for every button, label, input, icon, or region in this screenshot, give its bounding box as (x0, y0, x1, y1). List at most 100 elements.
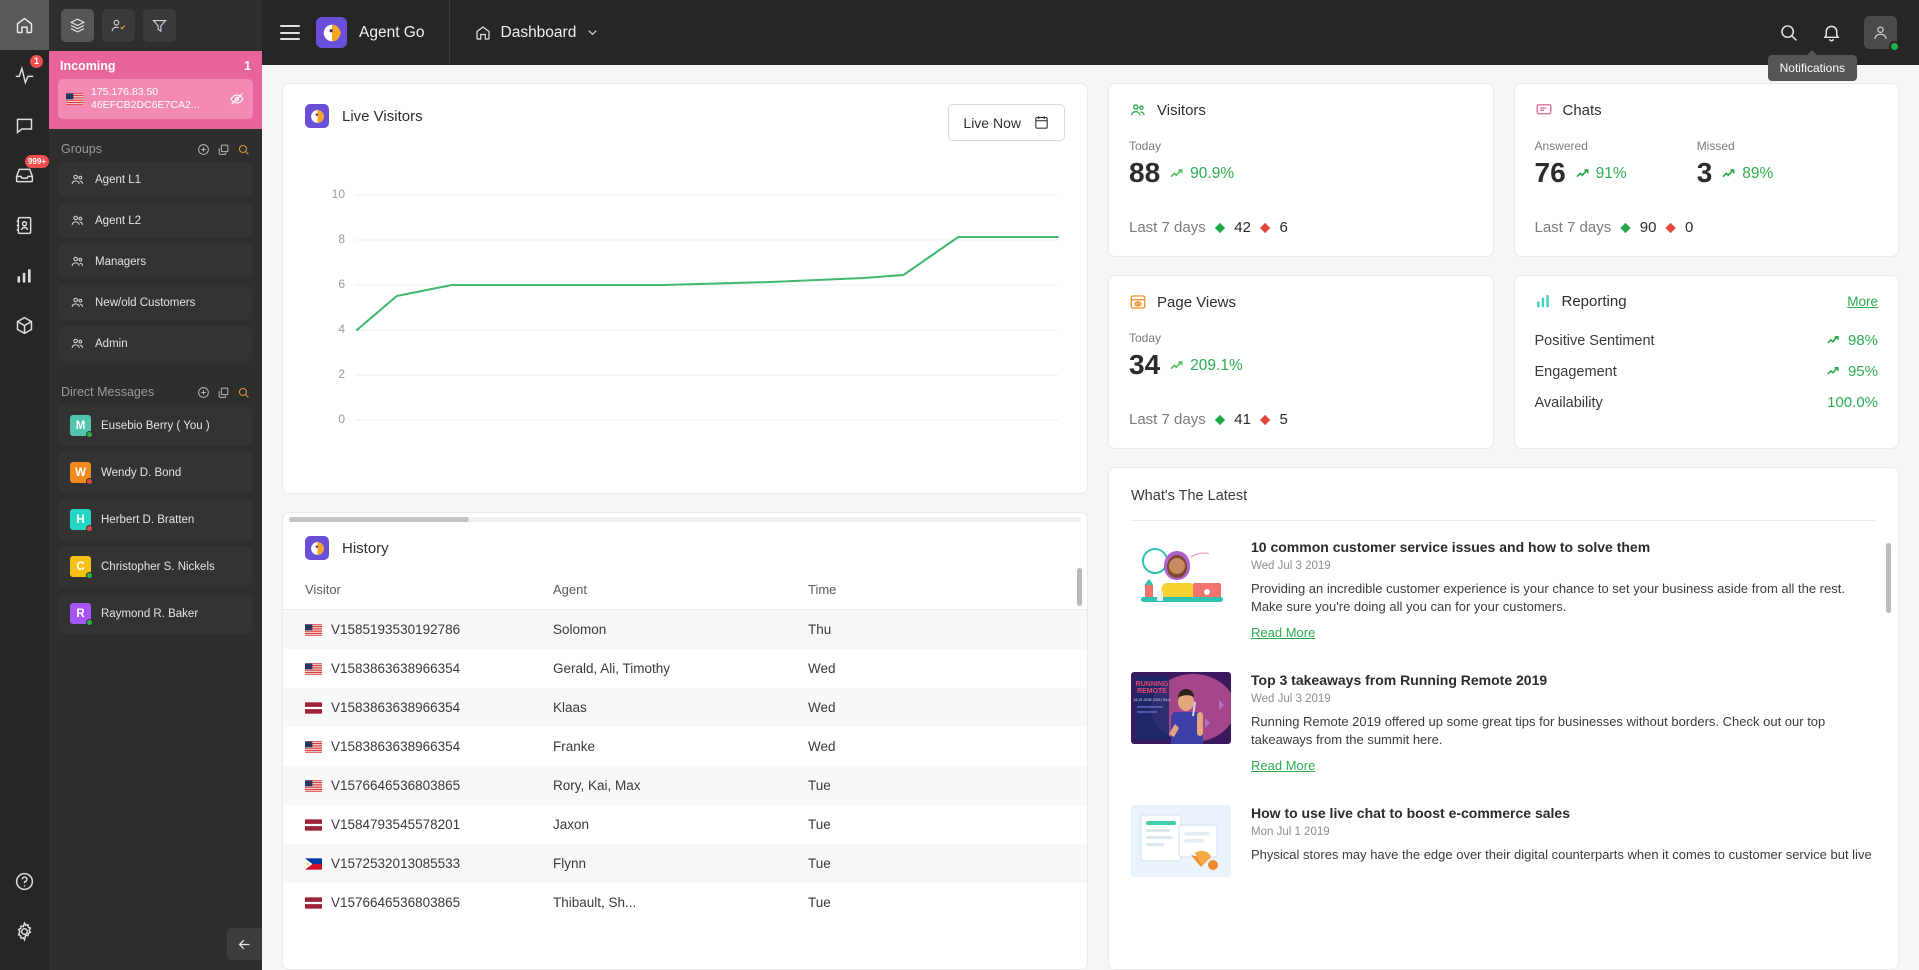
copy-icon[interactable] (217, 386, 230, 399)
copy-icon[interactable] (217, 143, 230, 156)
assign-agent-button[interactable] (102, 9, 135, 42)
visitor-id: V1576646536803865 (331, 895, 461, 910)
rail-item-analytics[interactable] (0, 250, 49, 300)
incoming-section: Incoming 1 175.176.83.50 46EFCB2DC6E7CA2… (49, 51, 262, 129)
reporting-row-value-group: 95% (1826, 363, 1878, 380)
rail-item-home[interactable] (0, 0, 49, 50)
groups-header: Groups (49, 129, 262, 162)
article-item[interactable]: RUNNING REMOTE 18-19 JUNE 2019 | BALI To… (1131, 654, 1876, 787)
dm-item-wendy-bond[interactable]: W Wendy D. Bond (59, 452, 252, 493)
read-more-link[interactable]: Read More (1251, 625, 1315, 640)
layers-button[interactable] (61, 9, 94, 42)
dm-label: Herbert D. Bratten (101, 513, 195, 526)
dm-item-eusebio-berry[interactable]: M Eusebio Berry ( You ) (59, 405, 252, 446)
chats-missed-block: Missed 3 89% (1697, 119, 1774, 189)
live-visitors-title: Live Visitors (342, 107, 423, 125)
group-item-managers[interactable]: Managers (59, 244, 252, 279)
filter-icon (152, 19, 167, 33)
live-now-button[interactable]: Live Now (948, 104, 1065, 141)
group-item-agent-l1[interactable]: Agent L1 (59, 162, 252, 197)
reporting-more-link[interactable]: More (1847, 294, 1878, 309)
search-icon[interactable] (237, 143, 250, 156)
chats-missed-group: 3 89% (1697, 157, 1774, 189)
article-date: Wed Jul 3 2019 (1251, 693, 1331, 705)
history-horizontal-scrollbar[interactable] (289, 517, 1081, 522)
y-tick-label: 10 (331, 187, 345, 201)
collapse-panel-button[interactable] (227, 928, 262, 960)
visitors-icon (1130, 104, 1145, 116)
search-icon[interactable] (1778, 22, 1799, 43)
table-row[interactable]: V1576646536803865 Thibault, Sh... Tue (283, 883, 1087, 922)
incoming-visitor-card[interactable]: 175.176.83.50 46EFCB2DC6E7CA2... (58, 79, 253, 119)
group-item-agent-l2[interactable]: Agent L2 (59, 203, 252, 238)
search-icon[interactable] (237, 386, 250, 399)
menu-toggle-button[interactable] (280, 25, 300, 40)
article-item[interactable]: How to use live chat to boost e-commerce… (1131, 787, 1876, 889)
latest-articles-list[interactable]: 10 common customer service issues and ho… (1109, 521, 1898, 969)
latest-scrollbar-thumb[interactable] (1886, 543, 1891, 613)
dm-item-herbert-bratten[interactable]: H Herbert D. Bratten (59, 499, 252, 540)
read-more-link[interactable]: Read More (1251, 758, 1315, 773)
filter-button[interactable] (143, 9, 176, 42)
flag-lv-icon (305, 701, 322, 714)
time-value: Tue (808, 817, 831, 832)
column-header-time: Time (808, 560, 1087, 610)
rail-item-inbox[interactable]: 999+ (0, 150, 49, 200)
chats-answered-group: 76 91% (1535, 157, 1627, 189)
incoming-header: Incoming 1 (58, 57, 253, 79)
dm-item-christopher-nickels[interactable]: C Christopher S. Nickels (59, 546, 252, 587)
page-views-card-title: Page Views (1157, 293, 1236, 311)
article-thumbnail (1131, 805, 1231, 877)
dm-header: Direct Messages (49, 367, 262, 405)
group-icon (71, 174, 84, 184)
chats-card-header: Chats (1535, 101, 1879, 119)
article-title: Top 3 takeaways from Running Remote 2019 (1251, 672, 1548, 688)
breadcrumb[interactable]: Dashboard (474, 24, 601, 42)
page-views-pct: 209.1% (1190, 357, 1243, 374)
table-row[interactable]: V1583863638966354 Gerald, Ali, Timothy W… (283, 649, 1087, 688)
table-row[interactable]: V1583863638966354 Franke Wed (283, 727, 1087, 766)
dm-item-raymond-baker[interactable]: R Raymond R. Baker (59, 593, 252, 634)
article-item[interactable]: 10 common customer service issues and ho… (1131, 521, 1876, 654)
dm-actions (197, 386, 250, 399)
bell-icon[interactable] (1821, 22, 1842, 43)
rail-item-settings[interactable] (0, 906, 49, 956)
table-row[interactable]: V1572532013085533 Flynn Tue (283, 844, 1087, 883)
group-label: Managers (95, 255, 147, 268)
group-label: Agent L2 (95, 214, 142, 227)
rail-item-contacts[interactable] (0, 200, 49, 250)
app-root: 1 999+ Incoming 1 175.176.83.50 46EFCB2D… (0, 0, 1919, 970)
reporting-row-value: 100.0% (1827, 394, 1878, 411)
rail-item-chat[interactable] (0, 100, 49, 150)
eye-off-icon[interactable] (229, 91, 245, 107)
chats-missed-value: 3 (1696, 157, 1713, 188)
reporting-card-header: Reporting More (1535, 293, 1878, 310)
user-avatar-button[interactable] (1864, 16, 1900, 52)
chart-y-axis: 10 8 6 4 2 0 (305, 173, 351, 448)
table-row[interactable]: V1583863638966354 Klaas Wed (283, 688, 1087, 727)
rail-item-help[interactable] (0, 856, 49, 906)
rail-item-package[interactable] (0, 300, 49, 350)
group-icon (71, 215, 84, 225)
history-table-scroll[interactable]: Visitor Agent Time V1585193530192786 Sol… (283, 560, 1087, 969)
layers-icon (69, 18, 86, 33)
add-circle-icon[interactable] (197, 143, 210, 156)
y-tick-label: 6 (338, 277, 345, 291)
woman-laptop-illustration-icon (1131, 539, 1231, 611)
table-row[interactable]: V1584793545578201 Jaxon Tue (283, 805, 1087, 844)
table-row[interactable]: V1585193530192786 Solomon Thu (283, 609, 1087, 649)
table-row[interactable]: V1576646536803865 Rory, Kai, Max Tue (283, 766, 1087, 805)
group-item-admin[interactable]: Admin (59, 326, 252, 361)
add-circle-icon[interactable] (197, 386, 210, 399)
reporting-row-value: 95% (1847, 363, 1878, 380)
history-scrollbar-thumb[interactable] (1077, 568, 1082, 606)
groups-title: Groups (61, 142, 102, 156)
rail-item-activity[interactable]: 1 (0, 50, 49, 100)
group-item-new-old-customers[interactable]: New/old Customers (59, 285, 252, 320)
icon-rail: 1 999+ (0, 0, 49, 970)
chat-illustration-icon (1131, 805, 1231, 877)
agent-name: Gerald, Ali, Timothy (553, 661, 671, 676)
reporting-row-label: Availability (1534, 394, 1603, 411)
history-title: History (342, 539, 389, 557)
live-visitors-card: Live Visitors Live Now 10 8 6 4 2 0 (282, 83, 1088, 494)
